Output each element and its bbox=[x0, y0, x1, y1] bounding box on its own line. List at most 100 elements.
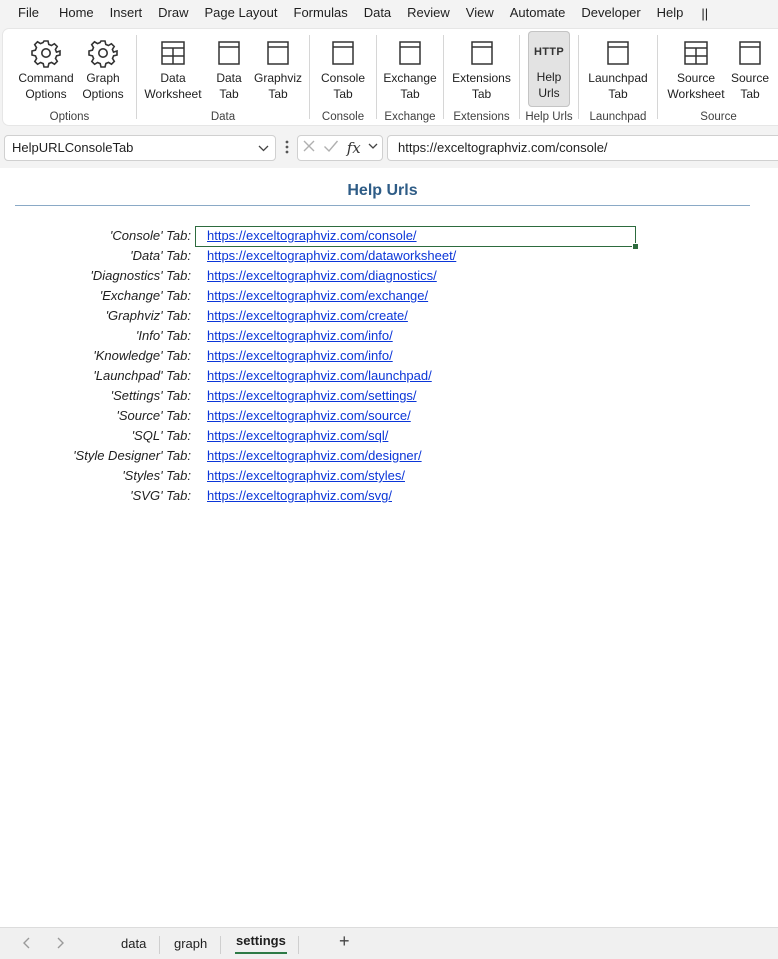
sheet-tab-settings[interactable]: settings bbox=[236, 933, 286, 948]
menu-overflow[interactable]: || bbox=[701, 6, 708, 21]
launchpad-tab-label: Launchpad Tab bbox=[588, 71, 648, 101]
title-divider bbox=[15, 205, 750, 206]
sheet-tab-data[interactable]: data bbox=[121, 936, 146, 951]
url-link[interactable]: https://exceltographviz.com/svg/ bbox=[207, 488, 392, 503]
url-link[interactable]: https://exceltographviz.com/info/ bbox=[207, 348, 393, 363]
graphviz-tab-button[interactable]: Graphviz Tab bbox=[251, 32, 305, 106]
chevron-left-icon[interactable] bbox=[22, 934, 32, 956]
url-link[interactable]: https://exceltographviz.com/console/ bbox=[207, 228, 417, 243]
table-row: 'SVG' Tab: https://exceltographviz.com/s… bbox=[0, 487, 778, 507]
url-link[interactable]: https://exceltographviz.com/launchpad/ bbox=[207, 368, 432, 383]
ribbon-group-label: Source bbox=[700, 111, 737, 123]
launchpad-tab-button[interactable]: Launchpad Tab bbox=[583, 32, 653, 106]
worksheet: Help Urls 'Console' Tab: https://excelto… bbox=[0, 168, 778, 927]
ribbon-group-console: Console Tab Console bbox=[310, 29, 376, 125]
data-worksheet-button[interactable]: Data Worksheet bbox=[141, 32, 205, 106]
row-label: 'Diagnostics' Tab: bbox=[90, 268, 191, 283]
url-link[interactable]: https://exceltographviz.com/exchange/ bbox=[207, 288, 428, 303]
url-link[interactable]: https://exceltographviz.com/create/ bbox=[207, 308, 408, 323]
name-box[interactable]: HelpURLConsoleTab bbox=[4, 135, 276, 161]
url-link[interactable]: https://exceltographviz.com/info/ bbox=[207, 328, 393, 343]
graph-options-label: Graph Options bbox=[82, 71, 124, 101]
table-row: 'SQL' Tab: https://exceltographviz.com/s… bbox=[0, 427, 778, 447]
ribbon-group-label: Help Urls bbox=[525, 111, 573, 123]
url-link[interactable]: https://exceltographviz.com/sql/ bbox=[207, 428, 388, 443]
row-label: 'Graphviz' Tab: bbox=[105, 308, 191, 323]
url-link[interactable]: https://exceltographviz.com/settings/ bbox=[207, 388, 417, 403]
row-label: 'SQL' Tab: bbox=[131, 428, 191, 443]
tab-separator bbox=[159, 936, 160, 954]
chevron-right-icon[interactable] bbox=[55, 934, 65, 956]
cancel-icon[interactable] bbox=[302, 139, 316, 157]
chevron-down-icon[interactable] bbox=[258, 136, 269, 169]
table-row: 'Styles' Tab: https://exceltographviz.co… bbox=[0, 467, 778, 487]
source-tab-button[interactable]: Source Tab bbox=[730, 32, 770, 106]
menu-draw[interactable]: Draw bbox=[150, 0, 196, 26]
menu-home[interactable]: Home bbox=[51, 0, 102, 26]
ribbon-group-source: Source Worksheet Source Tab Source bbox=[658, 29, 778, 125]
row-label: 'Exchange' Tab: bbox=[99, 288, 191, 303]
menu-developer[interactable]: Developer bbox=[573, 0, 648, 26]
ribbon-group-options: Command Options Graph Options Options bbox=[3, 29, 136, 125]
ribbon-group-exchange: Exchange Tab Exchange bbox=[377, 29, 443, 125]
ribbon-group-launchpad: Launchpad Tab Launchpad bbox=[579, 29, 657, 125]
gear-icon bbox=[31, 38, 61, 68]
extensions-tab-button[interactable]: Extensions Tab bbox=[447, 32, 516, 106]
menu-automate[interactable]: Automate bbox=[502, 0, 574, 26]
data-tab-label: Data Tab bbox=[216, 71, 242, 101]
exchange-tab-label: Exchange Tab bbox=[383, 71, 437, 101]
ribbon: Command Options Graph Options Options Da… bbox=[0, 26, 778, 129]
help-urls-label: Help Urls bbox=[536, 70, 562, 100]
worksheet-grid-icon bbox=[683, 38, 709, 68]
table-row: 'Settings' Tab: https://exceltographviz.… bbox=[0, 387, 778, 407]
graph-options-button[interactable]: Graph Options bbox=[79, 32, 127, 106]
help-urls-button[interactable]: HTTP Help Urls bbox=[528, 31, 570, 107]
table-row: 'Graphviz' Tab: https://exceltographviz.… bbox=[0, 307, 778, 327]
table-row: 'Source' Tab: https://exceltographviz.co… bbox=[0, 407, 778, 427]
source-worksheet-button[interactable]: Source Worksheet bbox=[664, 32, 728, 106]
command-options-button[interactable]: Command Options bbox=[15, 32, 77, 106]
window-icon bbox=[606, 38, 630, 68]
menu-data[interactable]: Data bbox=[356, 0, 399, 26]
menu-formulas[interactable]: Formulas bbox=[286, 0, 356, 26]
menu-review[interactable]: Review bbox=[399, 0, 458, 26]
source-tab-label: Source Tab bbox=[730, 71, 770, 101]
row-label: 'Styles' Tab: bbox=[122, 468, 191, 483]
menu-file[interactable]: File bbox=[0, 0, 47, 26]
menu-help[interactable]: Help bbox=[649, 0, 692, 26]
url-link[interactable]: https://exceltographviz.com/dataworkshee… bbox=[207, 248, 456, 263]
http-icon-text: HTTP bbox=[534, 46, 564, 58]
table-row: 'Style Designer' Tab: https://exceltogra… bbox=[0, 447, 778, 467]
ribbon-panel: Command Options Graph Options Options Da… bbox=[3, 29, 778, 125]
add-sheet-button[interactable]: + bbox=[339, 931, 350, 952]
console-tab-button[interactable]: Console Tab bbox=[316, 32, 370, 106]
menu-page-layout[interactable]: Page Layout bbox=[197, 0, 286, 26]
insert-function-button[interactable]: fx bbox=[347, 139, 361, 157]
row-label: 'Data' Tab: bbox=[130, 248, 191, 263]
window-icon bbox=[470, 38, 494, 68]
window-icon bbox=[398, 38, 422, 68]
window-icon bbox=[738, 38, 762, 68]
row-label: 'Knowledge' Tab: bbox=[93, 348, 191, 363]
name-box-value: HelpURLConsoleTab bbox=[12, 140, 134, 155]
url-link[interactable]: https://exceltographviz.com/source/ bbox=[207, 408, 411, 423]
data-tab-button[interactable]: Data Tab bbox=[208, 32, 250, 106]
gear-icon bbox=[88, 38, 118, 68]
command-options-label: Command Options bbox=[18, 71, 74, 101]
graphviz-tab-label: Graphviz Tab bbox=[253, 71, 303, 101]
url-link[interactable]: https://exceltographviz.com/styles/ bbox=[207, 468, 405, 483]
exchange-tab-button[interactable]: Exchange Tab bbox=[380, 32, 440, 106]
menu-insert[interactable]: Insert bbox=[102, 0, 151, 26]
ribbon-group-label: Launchpad bbox=[589, 111, 647, 123]
table-row: 'Exchange' Tab: https://exceltographviz.… bbox=[0, 287, 778, 307]
more-vertical-icon[interactable] bbox=[284, 137, 290, 160]
menu-view[interactable]: View bbox=[458, 0, 502, 26]
url-link[interactable]: https://exceltographviz.com/designer/ bbox=[207, 448, 422, 463]
sheet-tab-graph[interactable]: graph bbox=[174, 936, 207, 951]
check-icon[interactable] bbox=[323, 139, 339, 157]
extensions-tab-label: Extensions Tab bbox=[452, 71, 511, 101]
chevron-down-icon[interactable] bbox=[368, 139, 378, 157]
table-row: 'Diagnostics' Tab: https://exceltographv… bbox=[0, 267, 778, 287]
url-link[interactable]: https://exceltographviz.com/diagnostics/ bbox=[207, 268, 437, 283]
formula-input[interactable]: https://exceltographviz.com/console/ bbox=[387, 135, 778, 161]
